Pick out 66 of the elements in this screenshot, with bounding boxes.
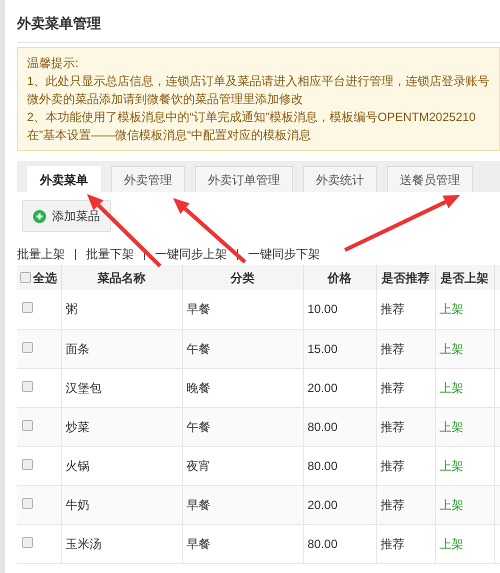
page-title: 外卖菜单管理 [17,14,102,32]
checkbox[interactable] [22,302,33,314]
bulk-action-link[interactable]: 一键同步下架 [248,245,320,263]
table-cell: 15.00 [308,342,338,356]
table-cell: 推荐 [380,498,404,512]
table-cell: 80.00 [308,458,338,472]
status-link[interactable]: 上架 [440,380,464,394]
table-cell: 20.00 [308,380,338,394]
bulk-action-link[interactable]: 批量下架 [86,245,134,263]
table-cell: 推荐 [380,380,404,394]
tab[interactable]: 外卖菜单 [27,166,101,192]
notice-heading: 温馨提示: [27,55,80,72]
checkbox[interactable] [22,342,33,352]
table-cell: 推荐 [380,342,404,356]
checkbox[interactable] [22,380,33,392]
column-header: 是否推荐 [382,270,430,284]
checkbox[interactable] [22,536,33,548]
table-cell: 面条 [66,342,90,356]
notice-text: 在”基本设置——微信模板消息“中配置对应的模板消息 [27,127,312,144]
checkbox[interactable] [22,420,33,430]
status-link[interactable]: 上架 [440,498,464,512]
tab[interactable]: 外卖统计 [303,166,377,192]
table-cell: 晚餐 [186,380,210,394]
table-cell: 80.00 [308,536,338,550]
table-cell: 火锅 [66,458,90,472]
table-cell: 汉堡包 [66,380,102,394]
table-cell: 牛奶 [66,498,90,512]
checkbox[interactable] [22,498,33,508]
column-header: 价格 [328,270,352,284]
column-header: 分类 [230,270,254,284]
table-cell: 10.00 [308,302,338,316]
column-header: 全选 [33,270,57,286]
table-cell: 20.00 [308,498,338,512]
table-cell: 推荐 [380,458,404,472]
table-cell: 推荐 [380,420,404,434]
status-link[interactable]: 上架 [440,420,464,434]
notice-text: 1、此处只显示总店信息，连锁店订单及菜品请进入相应平台进行管理，连锁店登录账号 [27,73,491,90]
column-header: 是否上架 [440,270,488,284]
table-cell: 午餐 [186,342,210,356]
bulk-action-link[interactable]: 一键同步上架 [155,245,227,263]
table-cell: 粥 [66,302,78,316]
checkbox[interactable] [20,272,31,283]
table-cell: 夜宵 [186,458,210,472]
table-cell: 80.00 [308,420,338,434]
tab[interactable]: 外卖订单管理 [195,166,293,192]
plus-icon [33,210,46,222]
tab[interactable]: 送餐员管理 [387,166,473,192]
table-cell: 午餐 [186,420,210,434]
table-cell: 玉米汤 [66,536,102,550]
tab[interactable]: 外卖管理 [111,166,185,192]
table-cell: 推荐 [380,536,404,550]
add-dish-button[interactable]: 添加菜品 [22,200,111,232]
status-link[interactable]: 上架 [440,458,464,472]
notice-text: 2、本功能使用了模板消息中的“订单完成通知”模板消息，模板编号OPENTM2025210 [27,109,477,126]
table-cell: 推荐 [380,302,404,316]
table-cell: 早餐 [186,498,210,512]
checkbox[interactable] [22,458,33,470]
table-cell: 早餐 [186,302,210,316]
notice-text: 微外卖的菜品添加请到微餐饮的菜品管理里添加修改 [27,91,304,108]
column-header: 菜品名称 [98,270,146,284]
table-cell: 早餐 [186,536,210,550]
table-cell: 炒菜 [66,420,90,434]
status-link[interactable]: 上架 [440,536,464,550]
status-link[interactable]: 上架 [440,302,464,316]
status-link[interactable]: 上架 [440,342,464,356]
bulk-action-link[interactable]: 批量上架 [17,245,65,263]
